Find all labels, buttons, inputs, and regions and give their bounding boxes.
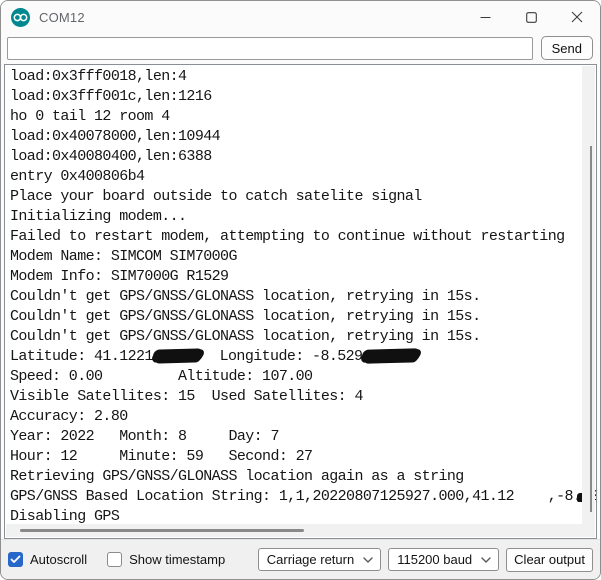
timestamp-label: Show timestamp (129, 552, 226, 567)
console-line: Visible Satellites: 15 Used Satellites: … (10, 388, 363, 405)
console-line: Initializing modem... (10, 208, 187, 225)
console-line: Couldn't get GPS/GNSS/GLONASS location, … (10, 328, 481, 345)
console-line: Modem Info: SIM7000G R1529 (10, 268, 229, 285)
line-ending-select[interactable]: Carriage return (257, 548, 382, 571)
baud-rate-value: 115200 baud (397, 552, 473, 567)
send-row: Send (1, 33, 600, 64)
console-line: GPS/GNSS Based Location String: 1,1,2022… (10, 488, 596, 505)
titlebar: COM12 (1, 1, 600, 33)
console-line: Couldn't get GPS/GNSS/GLONASS location, … (10, 288, 481, 305)
console-line: Latitude: 41.1221 Longitude: -8.529 (10, 347, 596, 367)
send-button[interactable]: Send (540, 36, 593, 60)
statusbar: Autoscroll Show timestamp Carriage retur… (1, 539, 600, 579)
close-icon (571, 11, 583, 23)
serial-input[interactable] (7, 36, 533, 60)
window-title: COM12 (39, 9, 85, 25)
console-line: entry 0x400806b4 (10, 168, 145, 185)
maximize-icon (525, 11, 537, 23)
serial-monitor-window: COM12 Send load:0x3fff0018,len:4 load:0x3… (0, 0, 601, 580)
vertical-scrollbar-thumb[interactable] (590, 146, 592, 512)
minimize-icon (480, 16, 490, 18)
redaction-scribble (362, 348, 421, 363)
console-line: Retrieving GPS/GNSS/GLONASS location aga… (10, 468, 464, 485)
timestamp-checkbox[interactable] (107, 552, 123, 567)
console-line: load:0x3fff0018,len:4 (10, 68, 187, 85)
minimize-button[interactable] (462, 1, 508, 33)
autoscroll-label: Autoscroll (30, 552, 88, 567)
arduino-icon (11, 7, 30, 27)
console-line: Modem Name: SIMCOM SIM7000G (10, 248, 237, 265)
maximize-button[interactable] (508, 1, 554, 33)
console-text: load:0x3fff0018,len:4 load:0x3fff001c,len… (5, 66, 596, 524)
redaction-scribble (152, 348, 203, 363)
timestamp-toggle[interactable]: Show timestamp (107, 552, 225, 567)
console-line: load:0x40078000,len:10944 (10, 128, 221, 145)
horizontal-scrollbar[interactable] (6, 524, 595, 537)
console-line: Speed: 0.00 Altitude: 107.00 (10, 368, 313, 385)
serial-output[interactable]: load:0x3fff0018,len:4 load:0x3fff001c,len… (4, 64, 597, 539)
console-line: Couldn't get GPS/GNSS/GLONASS location, … (10, 308, 481, 325)
console-line: Year: 2022 Month: 8 Day: 7 (10, 428, 279, 445)
autoscroll-checkbox[interactable] (8, 552, 23, 567)
close-button[interactable] (554, 1, 600, 33)
console-line: Place your board outside to catch sateli… (10, 188, 422, 205)
console-line: Hour: 12 Minute: 59 Second: 27 (10, 448, 313, 465)
console-line: load:0x3fff001c,len:1216 (10, 88, 212, 105)
window-controls (462, 1, 600, 33)
chevron-down-icon (363, 556, 373, 563)
statusbar-right: Carriage return 115200 baud Clear output (257, 547, 593, 572)
console-line: ho 0 tail 12 room 4 (10, 108, 170, 125)
clear-output-button[interactable]: Clear output (506, 547, 593, 572)
chevron-down-icon (481, 556, 491, 563)
console-line: Accuracy: 2.80 (10, 408, 128, 425)
line-ending-value: Carriage return (266, 552, 355, 567)
baud-rate-select[interactable]: 115200 baud (388, 548, 500, 571)
console-line: Disabling GPS (10, 508, 120, 524)
console-line: Failed to restart modem, attempting to c… (10, 228, 565, 245)
vertical-scrollbar[interactable] (582, 66, 595, 524)
autoscroll-toggle[interactable]: Autoscroll (8, 552, 87, 567)
check-icon (10, 555, 21, 563)
horizontal-scrollbar-thumb[interactable] (20, 529, 304, 532)
console-line: load:0x40080400,len:6388 (10, 148, 212, 165)
